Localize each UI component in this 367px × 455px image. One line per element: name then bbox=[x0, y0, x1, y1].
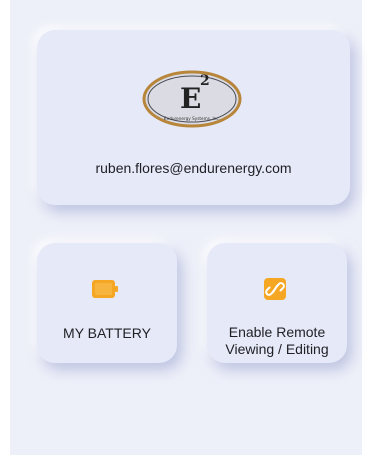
enable-remote-label-line1: Enable Remote bbox=[228, 324, 326, 340]
logo-letter: E bbox=[180, 82, 201, 115]
logo-superscript: 2 bbox=[200, 73, 210, 89]
battery-icon bbox=[92, 280, 118, 298]
my-battery-button[interactable]: MY BATTERY bbox=[37, 243, 177, 363]
account-email: ruben.flores@endurenergy.com bbox=[95, 160, 292, 176]
profile-card[interactable]: E 2 Endurenergy Systems, Inc. ruben.flor… bbox=[37, 30, 350, 205]
my-battery-label: MY BATTERY bbox=[63, 325, 151, 341]
company-logo: E 2 Endurenergy Systems, Inc. bbox=[142, 70, 242, 128]
enable-remote-label-line2: Viewing / Editing bbox=[225, 341, 329, 357]
app-screen: E 2 Endurenergy Systems, Inc. ruben.flor… bbox=[10, 0, 362, 455]
link-icon bbox=[264, 278, 286, 300]
enable-remote-label: Enable Remote Viewing / Editing bbox=[207, 324, 347, 358]
enable-remote-viewing-button[interactable]: Enable Remote Viewing / Editing bbox=[207, 243, 347, 363]
logo-tagline: Endurenergy Systems, Inc. bbox=[164, 116, 220, 121]
